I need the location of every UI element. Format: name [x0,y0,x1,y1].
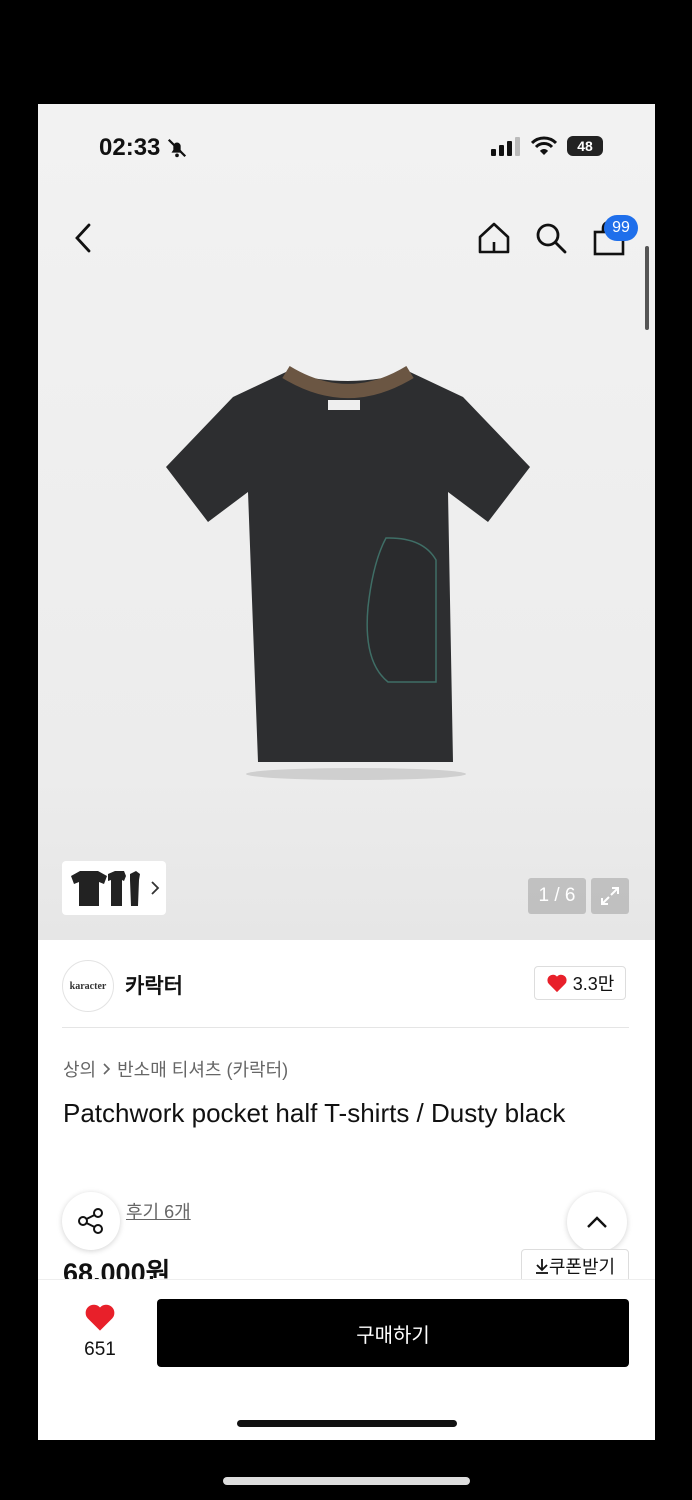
divider [62,1027,629,1028]
scroll-indicator [645,246,649,330]
scroll-top-button[interactable] [567,1192,627,1252]
home-button[interactable] [475,219,513,257]
thumbnail-image [71,871,140,906]
home-icon [478,222,510,254]
download-icon [535,1259,548,1274]
heart-icon [547,974,567,993]
heart-icon [85,1304,115,1331]
status-time: 02:33 [99,134,188,162]
search-button[interactable] [532,219,570,257]
cart-count-badge: 99 [604,215,638,241]
share-button[interactable] [62,1192,120,1250]
product-like-count: 651 [84,1339,116,1360]
status-icons: 48 [491,136,603,156]
share-icon [78,1208,103,1234]
expand-button[interactable] [591,878,629,914]
battery-level: 48 [577,138,593,154]
product-like-button[interactable]: 651 [78,1302,122,1361]
product-photo [166,365,530,780]
thumbnail-strip[interactable] [62,861,166,915]
coupon-button[interactable]: 쿠폰받기 [521,1249,629,1283]
bell-slash-icon [168,138,187,158]
expand-icon [601,887,619,905]
image-counter: 1 / 6 [528,878,586,914]
chevron-right-icon [103,1063,111,1075]
battery-indicator: 48 [567,136,603,156]
status-time-text: 02:33 [99,134,161,161]
chevron-left-icon [75,223,91,253]
home-indicator[interactable] [237,1420,457,1427]
app-screen: 02:33 48 99 1 / 6 karacter 카락터 3.3만 상의 반… [38,104,655,1440]
search-icon [536,223,567,254]
brand-like-count: 3.3만 [572,974,615,994]
product-image-area[interactable]: 02:33 48 99 1 / 6 [38,104,655,940]
review-link[interactable]: 후기 6개 [126,1198,191,1224]
coupon-label: 쿠폰받기 [548,1257,616,1277]
buy-button[interactable]: 구매하기 [157,1299,629,1367]
breadcrumb: 상의 반소매 티셔츠 (카락터) [63,1056,288,1082]
breadcrumb-subcategory[interactable]: 반소매 티셔츠 (카락터) [117,1056,288,1082]
chevron-right-icon [151,881,160,895]
brand-logo[interactable]: karacter [62,960,114,1012]
breadcrumb-category[interactable]: 상의 [63,1056,96,1082]
back-button[interactable] [68,220,98,256]
chevron-up-icon [587,1216,607,1228]
brand-logo-text: karacter [69,980,107,992]
product-title: Patchwork pocket half T-shirts / Dusty b… [63,1098,566,1128]
cellular-signal-icon [491,137,520,156]
wifi-icon [531,136,557,155]
outer-home-indicator [223,1477,470,1485]
brand-name[interactable]: 카락터 [125,970,183,1000]
brand-like-button[interactable]: 3.3만 [534,966,626,1000]
